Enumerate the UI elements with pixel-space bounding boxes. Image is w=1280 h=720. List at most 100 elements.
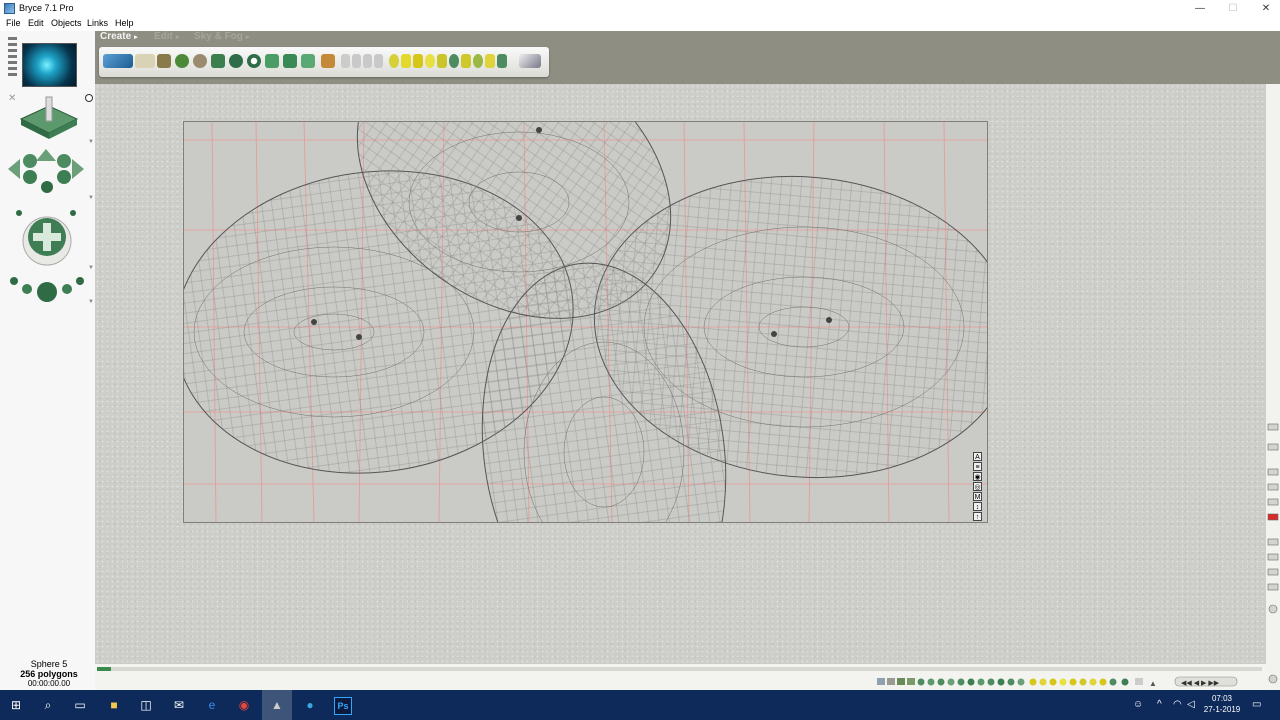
chevron-down-icon[interactable]: ▼ (88, 265, 94, 271)
brush-icon[interactable] (1267, 423, 1279, 431)
mail-icon[interactable]: ✉ (171, 697, 187, 713)
nano-option-icon[interactable] (8, 43, 17, 46)
menu-objects[interactable]: Objects (51, 18, 82, 28)
view-control-grid[interactable]: ≡ (973, 462, 982, 471)
bryce-icon[interactable]: ▲ (262, 690, 292, 720)
globe-icon[interactable] (1268, 674, 1278, 684)
display-option-icon[interactable] (1267, 483, 1279, 491)
primitive-icon[interactable] (363, 54, 372, 68)
close-x-icon[interactable]: ✕ (8, 93, 16, 104)
terrain-icon[interactable] (157, 54, 171, 68)
close-button[interactable]: ✕ (1249, 0, 1280, 17)
record-icon[interactable] (1267, 513, 1279, 521)
display-option-icon[interactable] (1267, 468, 1279, 476)
rock-icon[interactable] (193, 54, 207, 68)
menu-edit[interactable]: Edit (28, 18, 44, 28)
view-control-wire[interactable]: ◎ (973, 482, 982, 491)
edge-icon[interactable]: e (204, 697, 220, 713)
clock[interactable]: 07:03 27-1-2019 (1200, 693, 1244, 715)
primitive-icon[interactable] (352, 54, 361, 68)
figure-icon[interactable] (321, 54, 335, 68)
chevron-up-icon[interactable]: ^ (1157, 699, 1162, 710)
notification-icon[interactable]: ▭ (1252, 699, 1261, 710)
primitive-icon[interactable] (374, 54, 383, 68)
chevron-down-icon[interactable]: ▼ (88, 299, 94, 305)
people-icon[interactable]: ☺ (1133, 699, 1143, 710)
camera-controls: ✕ ▼ ▼ ▼ ▼ (8, 93, 94, 305)
nano-option-icon[interactable] (8, 61, 17, 64)
photoshop-icon[interactable]: Ps (334, 697, 352, 715)
light-icon[interactable] (413, 54, 423, 68)
nano-preview[interactable] (22, 43, 77, 87)
palette-strip: Create ▸ Edit ▸ Sky & Fog ▸ (95, 31, 1280, 84)
pan-zoom-icon[interactable] (22, 216, 72, 266)
settings-icon[interactable] (1268, 604, 1278, 614)
camera-viewport[interactable]: A ≡ ◉ ◎ M ↕ ↑ (183, 121, 988, 523)
cylinder-icon[interactable] (283, 54, 297, 68)
network-icon[interactable]: ◠ (1173, 699, 1182, 710)
minimize-button[interactable]: — (1183, 0, 1217, 17)
store-icon[interactable]: ◫ (138, 697, 154, 713)
telegram-icon[interactable]: ● (302, 697, 318, 713)
view-control-up[interactable]: ↑ (973, 512, 982, 521)
camera-trackball-icon[interactable] (8, 149, 84, 216)
primitive-icon[interactable] (497, 54, 507, 68)
volume-icon[interactable]: ◁ (1187, 699, 1195, 710)
file-explorer-icon[interactable]: ■ (106, 697, 122, 713)
task-view-icon[interactable]: ▭ (72, 697, 88, 713)
cone-icon[interactable] (301, 54, 315, 68)
polygon-count: 256 polygons (20, 669, 78, 679)
sphere-wireframes (184, 122, 987, 522)
water-plane-icon[interactable] (103, 54, 133, 68)
light-icon[interactable] (473, 54, 483, 68)
timeline-track[interactable] (97, 667, 1262, 671)
nano-option-icon[interactable] (8, 67, 17, 70)
tab-create[interactable]: Create ▸ (100, 31, 138, 42)
light-icon[interactable] (437, 54, 447, 68)
chevron-down-icon[interactable]: ▼ (88, 195, 94, 201)
library-icon[interactable] (211, 54, 225, 68)
nano-option-icon[interactable] (8, 55, 17, 58)
eraser-icon[interactable] (1267, 443, 1279, 451)
tab-edit[interactable]: Edit ▸ (154, 31, 179, 42)
nano-option-icon[interactable] (8, 49, 17, 52)
light-icon[interactable] (461, 54, 471, 68)
chevron-down-icon[interactable]: ▼ (88, 139, 94, 145)
primitive-icon[interactable] (341, 54, 350, 68)
display-option-icon[interactable] (1267, 568, 1279, 576)
view-control-resize[interactable]: ↕ (973, 502, 982, 511)
display-option-icon[interactable] (1267, 538, 1279, 546)
light-icon[interactable] (485, 54, 495, 68)
jet-icon[interactable] (519, 54, 541, 68)
view-dot-icon[interactable] (85, 94, 93, 102)
view-control-m[interactable]: M (973, 492, 982, 501)
display-option-icon[interactable] (1267, 583, 1279, 591)
tree-icon[interactable] (175, 54, 189, 68)
light-icon[interactable] (389, 54, 399, 68)
view-control-a[interactable]: A (973, 452, 982, 461)
torus-icon[interactable] (247, 54, 261, 68)
display-option-icon[interactable] (1267, 498, 1279, 506)
menu-help[interactable]: Help (115, 18, 134, 28)
cube-icon[interactable] (265, 54, 279, 68)
view-control-icon[interactable] (19, 96, 79, 139)
nano-options-icon[interactable] (8, 37, 17, 40)
menu-file[interactable]: File (6, 18, 21, 28)
timeline-scrubber[interactable] (97, 667, 111, 671)
tab-sky-fog[interactable]: Sky & Fog ▸ (194, 31, 249, 42)
display-option-icon[interactable] (1267, 553, 1279, 561)
start-icon[interactable]: ⊞ (8, 697, 24, 713)
light-icon[interactable] (401, 54, 411, 68)
ground-plane-icon[interactable] (135, 54, 155, 68)
camera-dolly-icon[interactable] (10, 277, 84, 302)
playback-controls[interactable]: ◀◀ ◀ ▶ ▶▶ (1174, 676, 1238, 687)
view-control-render[interactable]: ◉ (973, 472, 982, 481)
search-icon[interactable]: ⌕ (40, 697, 56, 713)
menu-links[interactable]: Links (87, 18, 108, 28)
nano-option-icon[interactable] (8, 73, 17, 76)
chrome-icon[interactable]: ◉ (236, 697, 252, 713)
maximize-button[interactable]: ☐ (1216, 0, 1250, 17)
sphere-icon[interactable] (229, 54, 243, 68)
primitive-icon[interactable] (449, 54, 459, 68)
light-icon[interactable] (425, 54, 435, 68)
